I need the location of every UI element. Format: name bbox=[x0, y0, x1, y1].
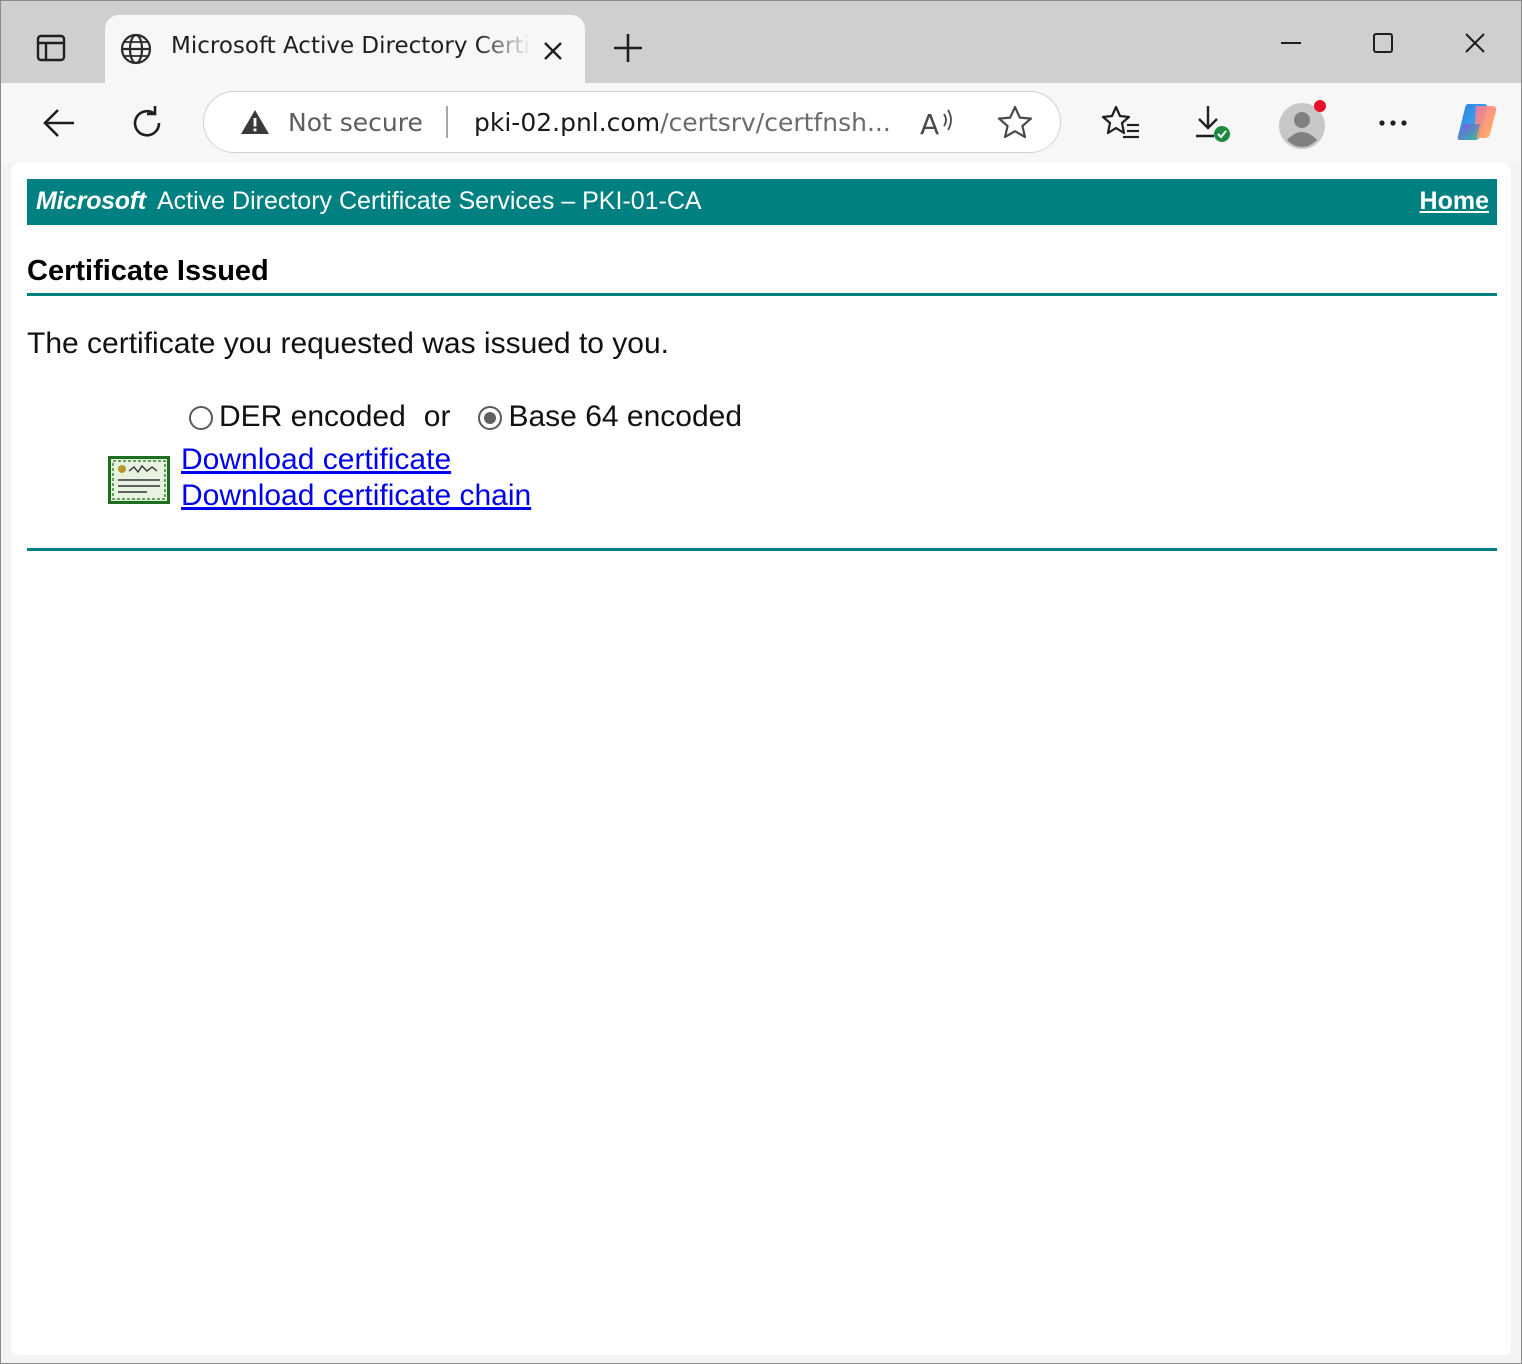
minimize-button[interactable] bbox=[1261, 21, 1321, 65]
maximize-button[interactable] bbox=[1353, 21, 1413, 65]
address-separator bbox=[446, 106, 448, 138]
der-encoded-radio[interactable] bbox=[189, 406, 213, 430]
security-status-label[interactable]: Not secure bbox=[288, 108, 423, 137]
der-encoded-label[interactable]: DER encoded bbox=[219, 400, 406, 434]
issued-message: The certificate you requested was issued… bbox=[27, 327, 670, 360]
profile-icon bbox=[1279, 100, 1326, 149]
download-certificate-chain-link[interactable]: Download certificate chain bbox=[181, 479, 531, 513]
back-icon bbox=[43, 109, 74, 137]
new-tab-icon[interactable] bbox=[609, 29, 647, 67]
favorites-icon bbox=[1101, 105, 1139, 139]
refresh-icon bbox=[133, 106, 161, 137]
back-button[interactable] bbox=[33, 97, 85, 149]
certsrv-banner: Microsoft Active Directory Certificate S… bbox=[27, 179, 1497, 225]
tab-actions-icon bbox=[36, 34, 66, 62]
url-path: /certsrv/certfnsh... bbox=[660, 108, 891, 137]
copilot-icon bbox=[1457, 104, 1497, 140]
tab-strip: Microsoft Active Directory Certificate S… bbox=[1, 1, 1521, 83]
encoding-options: DER encoded or Base 64 encoded bbox=[189, 397, 742, 437]
minimize-icon bbox=[1281, 42, 1301, 44]
certificate-icon bbox=[108, 456, 170, 504]
base64-encoded-label[interactable]: Base 64 encoded bbox=[508, 400, 742, 434]
globe-icon bbox=[120, 33, 152, 65]
copilot-button[interactable] bbox=[1451, 97, 1503, 149]
close-window-icon bbox=[1465, 33, 1485, 53]
downloads-icon bbox=[1196, 106, 1230, 142]
footer-divider bbox=[27, 548, 1497, 551]
home-link[interactable]: Home bbox=[1420, 187, 1489, 216]
page-viewport: Microsoft Active Directory Certificate S… bbox=[11, 163, 1511, 1355]
tab-actions-button[interactable] bbox=[21, 23, 81, 73]
more-icon bbox=[1379, 120, 1407, 126]
read-aloud-icon[interactable]: A bbox=[918, 106, 954, 140]
url-host: pki-02.pnl.com bbox=[474, 108, 661, 137]
encoding-or-label: or bbox=[423, 400, 451, 433]
download-certificate-link[interactable]: Download certificate bbox=[181, 443, 451, 477]
tab-title: Microsoft Active Directory Certificate S… bbox=[171, 33, 531, 59]
base64-encoded-radio[interactable] bbox=[478, 406, 503, 430]
page-title: Certificate Issued bbox=[27, 255, 269, 287]
warning-icon[interactable] bbox=[240, 108, 270, 136]
downloads-button[interactable] bbox=[1187, 97, 1239, 149]
maximize-icon bbox=[1373, 33, 1393, 53]
refresh-button[interactable] bbox=[121, 97, 173, 149]
banner-brand: Microsoft bbox=[36, 187, 146, 215]
banner-service-title: Active Directory Certificate Services – … bbox=[157, 187, 702, 215]
favorite-star-icon[interactable] bbox=[996, 104, 1034, 142]
url-text[interactable]: pki-02.pnl.com/certsrv/certfnsh... bbox=[474, 108, 894, 137]
close-window-button[interactable] bbox=[1445, 21, 1505, 65]
more-button[interactable] bbox=[1367, 97, 1419, 149]
heading-divider bbox=[27, 293, 1497, 296]
favorites-button[interactable] bbox=[1095, 97, 1147, 149]
profile-button[interactable] bbox=[1273, 95, 1331, 153]
browser-window: Microsoft Active Directory Certificate S… bbox=[0, 0, 1522, 1364]
close-tab-icon[interactable] bbox=[539, 37, 567, 65]
address-bar[interactable]: Not secure pki-02.pnl.com/certsrv/certfn… bbox=[203, 91, 1061, 153]
active-tab[interactable]: Microsoft Active Directory Certificate S… bbox=[105, 15, 585, 83]
svg-text:A: A bbox=[920, 108, 939, 140]
navigation-toolbar: Not secure pki-02.pnl.com/certsrv/certfn… bbox=[1, 83, 1521, 163]
